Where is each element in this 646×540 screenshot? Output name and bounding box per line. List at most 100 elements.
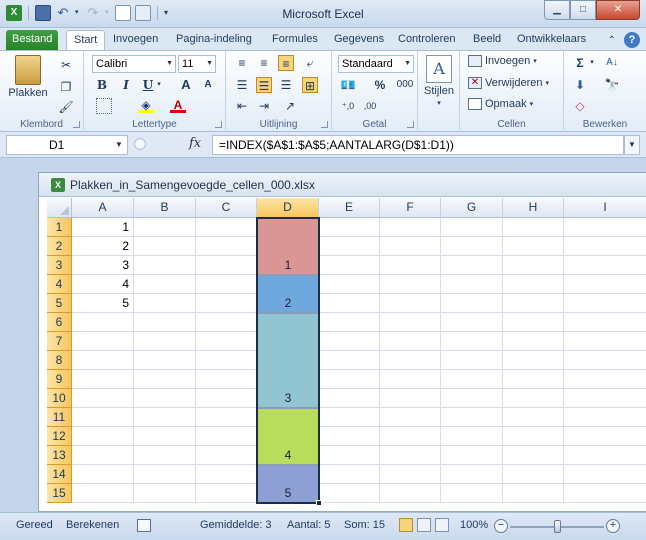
grid-cell[interactable]	[134, 294, 196, 313]
tab-view[interactable]: Beeld	[466, 30, 508, 50]
maximize-button[interactable]: □	[570, 0, 596, 20]
currency-icon[interactable]: 💶	[340, 77, 356, 93]
grid-cell[interactable]	[564, 275, 646, 294]
row-header[interactable]: 4	[47, 275, 72, 294]
grid-cell[interactable]	[72, 313, 134, 332]
grid-cell[interactable]	[503, 237, 564, 256]
grid-cell[interactable]	[72, 427, 134, 446]
zoom-out-button[interactable]: −	[494, 519, 508, 533]
insert-cells-button[interactable]: Invoegen ▾	[468, 55, 537, 67]
page-layout-view-icon[interactable]	[417, 518, 431, 532]
grid-cell[interactable]	[134, 389, 196, 408]
grid-cell[interactable]	[503, 427, 564, 446]
grid-cell[interactable]	[441, 408, 503, 427]
grid-cell[interactable]	[380, 446, 441, 465]
grid-cell[interactable]	[134, 218, 196, 237]
font-launcher-icon[interactable]	[215, 121, 222, 128]
grid-cell[interactable]	[564, 389, 646, 408]
grid-cell[interactable]	[503, 484, 564, 503]
merged-cell-d6-d10[interactable]: 3	[257, 313, 319, 408]
grid-cell[interactable]	[503, 408, 564, 427]
column-header-a[interactable]: A	[72, 198, 134, 218]
copy-icon[interactable]: ❐	[58, 79, 74, 95]
grid-cell[interactable]	[441, 218, 503, 237]
row-header[interactable]: 10	[47, 389, 72, 408]
zoom-in-button[interactable]: +	[606, 519, 620, 533]
column-header-f[interactable]: F	[380, 198, 441, 218]
grid-cell[interactable]	[380, 389, 441, 408]
grid-cell[interactable]	[72, 446, 134, 465]
borders-icon[interactable]	[96, 98, 112, 114]
column-header-h[interactable]: H	[503, 198, 564, 218]
grid-cell[interactable]	[134, 465, 196, 484]
column-header-g[interactable]: G	[441, 198, 503, 218]
grid-cell[interactable]	[380, 427, 441, 446]
status-calculate[interactable]: Berekenen	[66, 519, 119, 531]
grid-cell[interactable]	[441, 351, 503, 370]
grid-cell[interactable]	[564, 370, 646, 389]
grid-cell[interactable]	[319, 370, 380, 389]
column-header-b[interactable]: B	[134, 198, 196, 218]
row-header[interactable]: 11	[47, 408, 72, 427]
zoom-slider-thumb[interactable]	[554, 520, 561, 533]
grid-cell[interactable]	[503, 275, 564, 294]
grid-cell[interactable]	[441, 465, 503, 484]
grid-cell[interactable]	[134, 446, 196, 465]
name-box[interactable]: D1	[6, 135, 128, 155]
grid-cell[interactable]	[441, 332, 503, 351]
orientation-icon[interactable]: ↗	[282, 98, 298, 114]
grid-cell[interactable]	[134, 408, 196, 427]
wrap-text-icon[interactable]: ⤶	[302, 55, 318, 71]
grid-cell[interactable]	[503, 218, 564, 237]
grid-cell[interactable]	[441, 427, 503, 446]
grid-cell[interactable]	[196, 465, 257, 484]
grid-cell[interactable]	[319, 427, 380, 446]
fill-handle[interactable]	[316, 500, 322, 506]
underline-dropdown-icon[interactable]: ▾	[155, 77, 163, 93]
delete-cells-button[interactable]: ✕ Verwijderen ▾	[468, 77, 549, 89]
row-header[interactable]: 1	[47, 218, 72, 237]
grid-cell[interactable]	[196, 332, 257, 351]
row-header[interactable]: 6	[47, 313, 72, 332]
format-cells-button[interactable]: Opmaak ▾	[468, 98, 533, 110]
grid-cell[interactable]	[380, 332, 441, 351]
undo-icon[interactable]: ↶	[55, 5, 71, 21]
minimize-button[interactable]: ▁	[544, 0, 570, 20]
paste-button[interactable]: Plakken	[8, 55, 48, 111]
grid-cell[interactable]	[503, 370, 564, 389]
increase-decimal-icon[interactable]: ⁺,0	[340, 98, 356, 114]
grid-cell[interactable]	[319, 389, 380, 408]
tab-page-layout[interactable]: Pagina-indeling	[169, 30, 259, 50]
autosum-icon[interactable]: Σ	[572, 55, 588, 71]
grid-cell[interactable]	[319, 484, 380, 503]
grid-cell[interactable]	[503, 465, 564, 484]
align-center-icon[interactable]: ☰	[256, 77, 272, 93]
grid-cell[interactable]	[196, 237, 257, 256]
row-header[interactable]: 12	[47, 427, 72, 446]
grid-cell[interactable]	[564, 313, 646, 332]
align-right-icon[interactable]: ☰	[278, 77, 294, 93]
tab-insert[interactable]: Invoegen	[106, 30, 165, 50]
grid-cell[interactable]	[441, 370, 503, 389]
grid-cell[interactable]	[196, 408, 257, 427]
number-format-combo[interactable]: Standaard ▼	[338, 55, 414, 73]
grid-cell[interactable]	[196, 427, 257, 446]
grid-cell[interactable]	[134, 370, 196, 389]
grid-cell[interactable]	[503, 446, 564, 465]
thousands-button[interactable]: 000	[394, 77, 416, 93]
undo-dropdown-icon[interactable]: ▾	[75, 5, 81, 21]
grid-cell[interactable]	[380, 484, 441, 503]
grid-cell[interactable]	[196, 294, 257, 313]
grid-cell[interactable]	[134, 275, 196, 294]
grid-cell[interactable]	[134, 237, 196, 256]
percent-button[interactable]: %	[372, 77, 388, 93]
row-header[interactable]: 2	[47, 237, 72, 256]
merged-cell-d14-d15[interactable]: 5	[257, 465, 319, 503]
clipboard-launcher-icon[interactable]	[73, 121, 80, 128]
grid-cell[interactable]	[319, 294, 380, 313]
grid-cell[interactable]	[564, 294, 646, 313]
grid-cell[interactable]	[380, 465, 441, 484]
grid-cell[interactable]	[196, 218, 257, 237]
grid-cell[interactable]	[564, 218, 646, 237]
normal-view-icon[interactable]	[399, 518, 413, 532]
